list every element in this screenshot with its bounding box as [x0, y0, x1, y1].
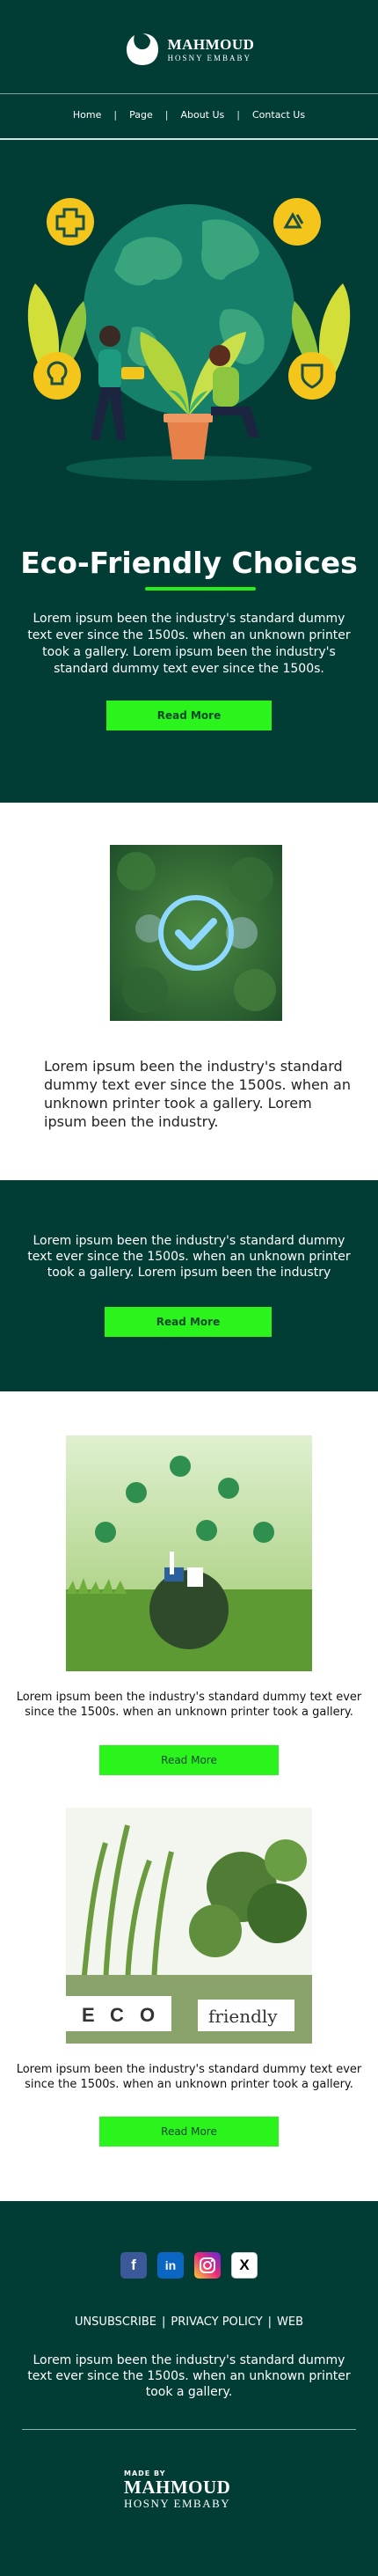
nav-contact-us[interactable]: Contact Us [252, 109, 305, 121]
feature1-text: Lorem ipsum been the industry's standard… [16, 1691, 362, 1719]
facebook-icon[interactable]: f [120, 2252, 147, 2279]
cta-band: Lorem ipsum been the industry's standard… [0, 1180, 378, 1391]
nav-separator: | [236, 109, 240, 121]
web-link[interactable]: WEB [277, 2315, 303, 2329]
eco-tile-letters: C [110, 2004, 124, 2026]
header-divider [0, 93, 378, 94]
social-links: f in X [0, 2252, 378, 2279]
feature1-read-more-button[interactable]: Read More [99, 1745, 279, 1775]
friendly-sign-text: friendly [208, 2006, 278, 2027]
instagram-glyph-icon [200, 2257, 215, 2273]
header: MAHMOUD HOSNY EMBABY Home | Page | About… [0, 0, 378, 141]
footer-divider [22, 2429, 356, 2430]
hero-section: Eco-Friendly Choices Lorem ipsum been th… [0, 141, 378, 803]
checkmark-section: Lorem ipsum been the industry's standard… [0, 803, 378, 1181]
cta-band-read-more-button[interactable]: Read More [105, 1307, 272, 1337]
feature2-text: Lorem ipsum been the industry's standard… [16, 2063, 362, 2091]
cta-band-text: Lorem ipsum been the industry's standard… [27, 1234, 351, 1280]
eco-globe-grass-image [66, 1435, 312, 1671]
footer-links: UNSUBSCRIBE | PRIVACY POLICY | WEB [0, 2315, 378, 2329]
made-by-name: MAHMOUD [124, 2477, 231, 2498]
x-twitter-icon[interactable]: X [231, 2252, 258, 2279]
brand-subtitle: HOSNY EMBABY [167, 53, 251, 62]
main-nav: Home | Page | About Us | Contact Us [0, 109, 378, 121]
unsubscribe-link[interactable]: UNSUBSCRIBE [75, 2315, 156, 2329]
hero-title: Eco-Friendly Choices [20, 546, 358, 580]
checkmark-section-text: Lorem ipsum been the industry's standard… [44, 1058, 351, 1130]
nav-home[interactable]: Home [73, 109, 101, 121]
hero-text: Lorem ipsum been the industry's standard… [27, 612, 351, 676]
footer-text: Lorem ipsum been the industry's standard… [27, 2353, 351, 2399]
privacy-policy-link[interactable]: PRIVACY POLICY [171, 2315, 262, 2329]
nav-separator: | [113, 109, 118, 121]
nav-separator: | [164, 109, 169, 121]
brand-text: MAHMOUD HOSNY EMBABY [168, 37, 255, 62]
made-by-subtitle: HOSNY EMBABY [124, 2497, 231, 2510]
hero-title-underline [145, 587, 256, 591]
eco-globe-illustration [27, 198, 351, 481]
feature2-read-more-button[interactable]: Read More [99, 2117, 279, 2147]
nav-page[interactable]: Page [129, 109, 153, 121]
eco-tile-letters: E [82, 2004, 95, 2026]
forest-checkmark-image [110, 845, 282, 1021]
made-by-signature: MADE BY MAHMOUD HOSNY EMBABY [124, 2470, 230, 2511]
nav-divider [0, 138, 378, 140]
brand-name: MAHMOUD [167, 35, 255, 53]
hero-read-more-button[interactable]: Read More [106, 701, 272, 730]
nav-about-us[interactable]: About Us [180, 109, 224, 121]
eco-tile-letters: O [140, 2004, 155, 2026]
instagram-icon[interactable] [194, 2252, 221, 2279]
eco-friendly-plants-image: E C O friendly [66, 1808, 312, 2044]
brand[interactable]: MAHMOUD HOSNY EMBABY [0, 30, 378, 69]
linkedin-icon[interactable]: in [157, 2252, 184, 2279]
footer-link-separator: | [161, 2315, 166, 2329]
leaf-logo-icon [126, 33, 158, 65]
email-page: MAHMOUD HOSNY EMBABY Home | Page | About… [0, 0, 378, 2576]
footer-link-separator: | [267, 2315, 273, 2329]
footer: f in X UNSUBSCRIBE | PRIVACY POLICY | WE… [0, 2201, 378, 2576]
